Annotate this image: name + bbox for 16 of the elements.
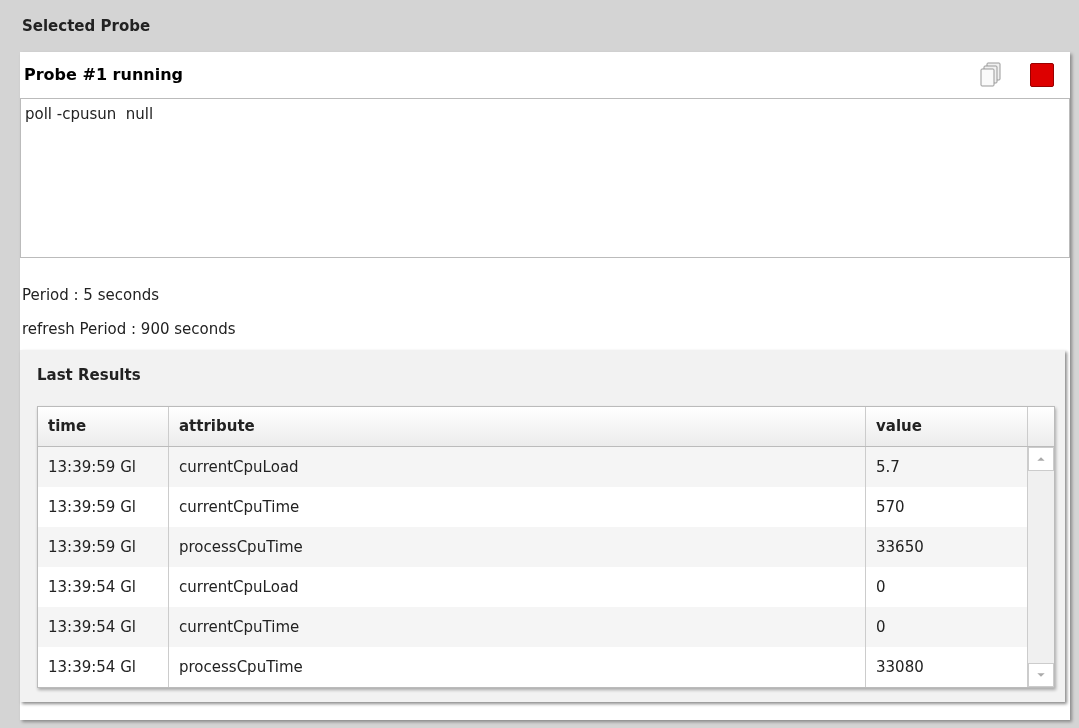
copy-icon[interactable]: [980, 62, 1002, 88]
period-text: Period : 5 seconds: [22, 284, 159, 306]
scrollbar[interactable]: [1028, 447, 1054, 687]
probe-title: Probe #1 running: [24, 64, 183, 86]
column-header[interactable]: value: [866, 407, 1028, 446]
refresh-period-text: refresh Period : 900 seconds: [22, 318, 236, 340]
column-header[interactable]: time: [38, 407, 169, 446]
panel-title: Selected Probe: [22, 15, 151, 37]
stop-button[interactable]: [1030, 63, 1054, 87]
scroll-down-icon[interactable]: [1028, 663, 1054, 687]
command-field[interactable]: poll -cpusun null: [20, 98, 1070, 258]
column-header[interactable]: attribute: [169, 407, 866, 446]
section-title: Last Results: [37, 365, 141, 386]
table-cell: 13:39:54 Gl: [38, 647, 169, 687]
table-cell: processCpuTime: [169, 647, 866, 687]
scroll-up-icon[interactable]: [1028, 447, 1054, 471]
